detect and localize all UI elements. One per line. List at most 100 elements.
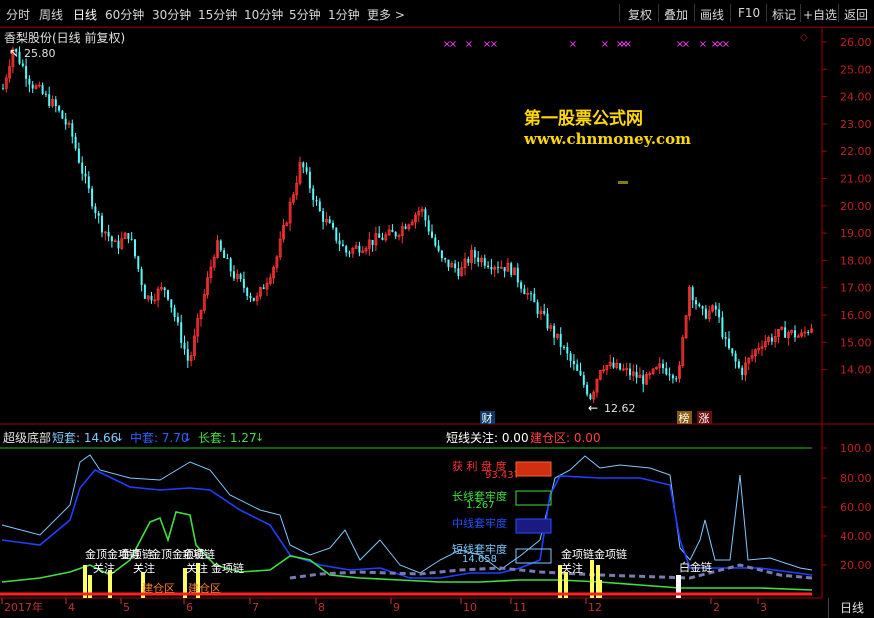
chart-canvas[interactable]: 26.00 25.00 24.00 23.00 22.00 21.00 20.00 19.00… <box>0 0 874 618</box>
candle-body <box>523 288 526 295</box>
candle-body <box>734 353 737 362</box>
candle-body <box>84 173 87 177</box>
profit-dashed-line <box>289 563 813 580</box>
indicator-label: 60.00 <box>840 501 872 514</box>
candle-body <box>173 307 176 318</box>
candle-body <box>328 219 331 224</box>
candle-body <box>437 245 440 251</box>
candle-body <box>127 233 130 239</box>
event-mark: × <box>569 39 577 50</box>
legend-profit-value: 93.437 <box>485 470 520 481</box>
watch-label: 关注 <box>93 561 115 575</box>
candle-body <box>371 239 374 245</box>
legend-profit-swatch <box>515 461 552 477</box>
candle-body <box>516 267 519 283</box>
candle-body <box>434 237 437 246</box>
candle-body <box>143 284 146 299</box>
candle-body <box>794 330 796 338</box>
candle-body <box>54 99 57 107</box>
candle-body <box>668 374 671 376</box>
candle-body <box>332 223 334 228</box>
candle-body <box>302 162 305 168</box>
legend-short-value: 14.658 <box>462 554 497 565</box>
candle-body <box>619 363 622 370</box>
event-mark: × <box>601 39 609 50</box>
candle-body <box>440 250 443 259</box>
price-label: 26.00 <box>840 36 872 49</box>
price-label: 22.00 <box>840 145 872 158</box>
candle-body <box>315 200 318 202</box>
candle-body <box>186 349 189 361</box>
candle-body <box>2 88 4 90</box>
candle-body <box>101 215 103 233</box>
candle-body <box>695 300 697 305</box>
month-label: 2 <box>713 601 720 614</box>
build-zone-label: 建仓区 <box>188 581 221 595</box>
gold-chain-label: 金项链 <box>182 547 215 561</box>
candle-body <box>490 266 493 270</box>
candle-body <box>391 229 394 233</box>
candle-body <box>497 267 499 269</box>
watch-value: 短线关注: 0.00 <box>446 431 529 445</box>
month-label: 2017年 <box>4 600 43 614</box>
candle-body <box>242 279 245 289</box>
candle-body <box>582 375 585 385</box>
white-chain-label: 白金链 <box>679 560 712 574</box>
price-label: 18.00 <box>840 254 872 267</box>
candle-body <box>94 206 97 214</box>
period-status-tab[interactable]: 日线 <box>828 598 874 618</box>
candle-body <box>635 371 638 378</box>
candle-body <box>61 110 64 119</box>
indicator-name[interactable]: 超级底部 <box>3 429 51 446</box>
candle-body <box>662 363 664 369</box>
price-label: 25.00 <box>840 63 872 76</box>
candle-body <box>246 288 249 297</box>
candle-body <box>134 239 136 257</box>
candle-body <box>807 332 810 334</box>
candle-body <box>229 258 232 272</box>
build-zone-value: 建仓区: 0.00 <box>530 431 601 445</box>
event-mark: × <box>624 39 632 50</box>
candle-body <box>579 370 582 376</box>
event-mark: × <box>722 39 730 50</box>
candle-body <box>473 250 476 258</box>
watch-label: 关注 <box>561 561 583 575</box>
candle-body <box>81 162 84 174</box>
watch-label: 关注 <box>133 561 155 575</box>
event-list-label: 榜 <box>679 411 690 425</box>
candle-body <box>58 106 61 111</box>
candle-body <box>25 66 28 79</box>
candle-body <box>576 364 579 371</box>
candle-body <box>721 317 724 338</box>
candle-body <box>44 93 47 95</box>
candle-body <box>48 94 51 107</box>
candle-body <box>728 338 730 349</box>
candle-body <box>28 78 31 85</box>
candle-body <box>530 293 532 295</box>
gold-chain-label: 金项链 <box>120 547 153 561</box>
indicator-label: 40.00 <box>840 530 872 543</box>
candle-body <box>536 302 539 314</box>
candle-body <box>31 84 34 89</box>
candle-body <box>97 213 100 216</box>
candle-body <box>520 282 523 289</box>
month-label: 6 <box>186 601 193 614</box>
price-label: 24.00 <box>840 91 872 104</box>
candle-body <box>487 265 490 267</box>
price-label: 16.00 <box>840 309 872 322</box>
candle-body <box>784 327 787 338</box>
candle-body <box>183 342 186 350</box>
candle-body <box>586 384 589 395</box>
candle-body <box>378 233 381 238</box>
event-mark: × <box>490 39 498 50</box>
candle-body <box>714 305 717 310</box>
candle-body <box>483 258 486 266</box>
candle-body <box>533 293 536 303</box>
candle-body <box>467 259 470 263</box>
candle-body <box>381 237 384 240</box>
candle-body <box>167 290 169 300</box>
candle-body <box>427 220 430 232</box>
candle-body <box>770 337 773 342</box>
high-price-label: 25.80 <box>24 47 56 60</box>
candle-body <box>137 256 140 270</box>
